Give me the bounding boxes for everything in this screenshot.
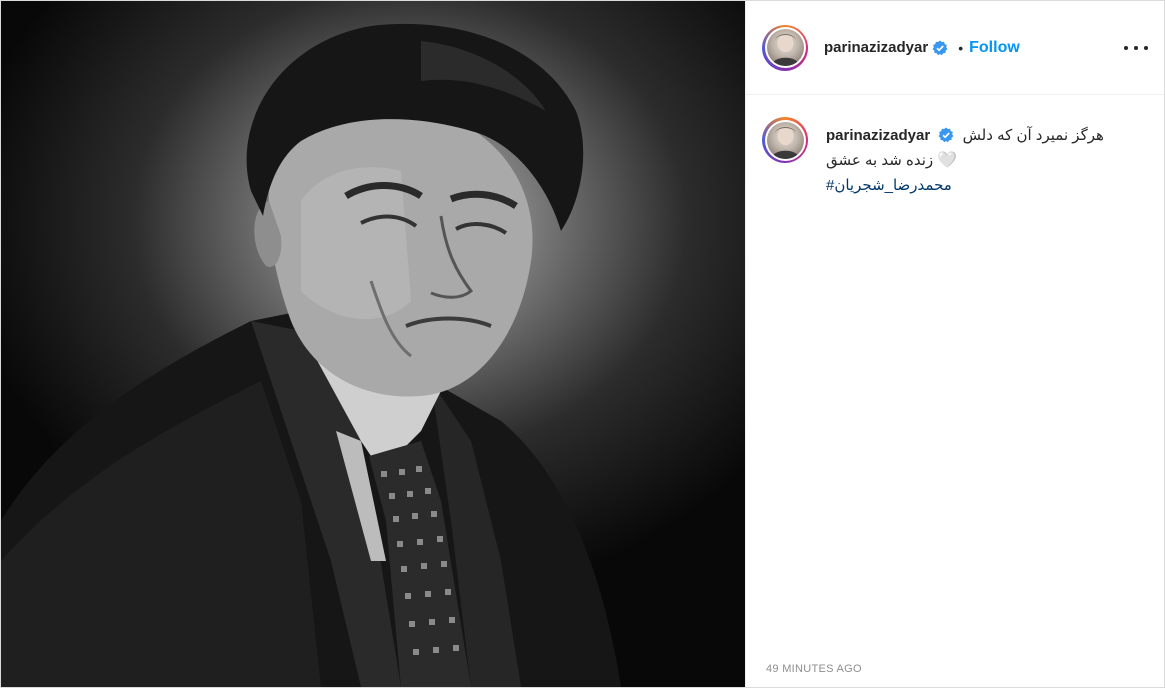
user-avatar-icon	[766, 29, 804, 66]
caption-line-2: زنده شد به عشق	[826, 152, 934, 169]
ellipsis-icon[interactable]	[1124, 36, 1148, 60]
hashtag-link[interactable]: #محمدرضا_شجریان	[826, 177, 952, 194]
caption-comment: parinazizadyar هرگز نمیرد آن که دلش 🤍 زن…	[746, 95, 1164, 198]
post-side-panel: parinazizadyar • Follow parinazizadyar ه…	[745, 1, 1164, 687]
caption-line-1: هرگز نمیرد آن که دلش	[962, 127, 1104, 144]
user-avatar-icon	[766, 121, 804, 159]
verified-badge-icon	[932, 40, 948, 55]
instagram-post: parinazizadyar • Follow parinazizadyar ه…	[0, 0, 1165, 688]
post-photo[interactable]	[1, 1, 745, 687]
caption-username[interactable]: parinazizadyar	[826, 127, 930, 144]
verified-badge-icon	[938, 127, 954, 143]
follow-button[interactable]: Follow	[969, 39, 1020, 57]
caption-author-avatar[interactable]	[762, 117, 808, 163]
post-header: parinazizadyar • Follow	[746, 1, 1164, 95]
heart-icon: 🤍	[937, 152, 958, 170]
author-avatar[interactable]	[762, 24, 808, 71]
portrait-photo-art	[1, 23, 621, 687]
author-username[interactable]: parinazizadyar	[824, 39, 928, 56]
caption-text: parinazizadyar هرگز نمیرد آن که دلش 🤍 زن…	[826, 123, 1104, 198]
post-timestamp[interactable]: 49 MINUTES AGO	[766, 663, 862, 675]
separator-dot: •	[958, 39, 964, 56]
